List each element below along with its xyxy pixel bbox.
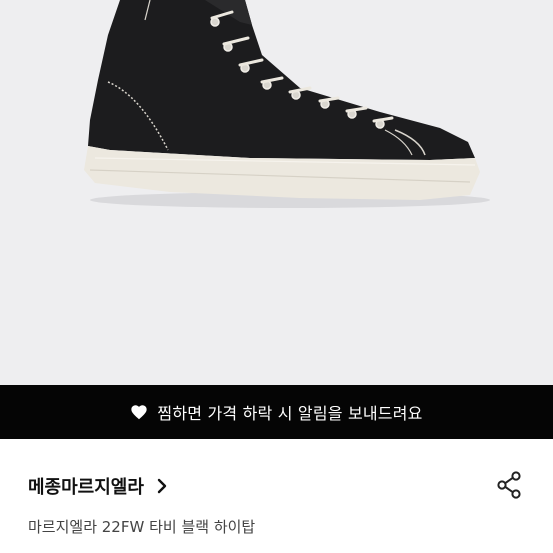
sneaker-illustration <box>84 0 490 208</box>
share-icon[interactable] <box>496 471 522 499</box>
brand-link[interactable]: 메종마르지엘라 <box>28 473 168 499</box>
chevron-right-icon <box>157 478 167 494</box>
wishlist-alert-banner[interactable]: 찜하면 가격 하락 시 알림을 보내드려요 <box>0 385 553 439</box>
banner-text: 찜하면 가격 하락 시 알림을 보내드려요 <box>157 404 423 423</box>
product-title: 마르지엘라 22FW 타비 블랙 하이탑 <box>28 518 256 536</box>
product-info: 메종마르지엘라 마르지엘라 22FW 타비 블랙 하이탑 <box>0 439 553 553</box>
product-image[interactable] <box>0 0 553 385</box>
brand-name: 메종마르지엘라 <box>28 477 144 498</box>
heart-icon <box>131 405 148 420</box>
